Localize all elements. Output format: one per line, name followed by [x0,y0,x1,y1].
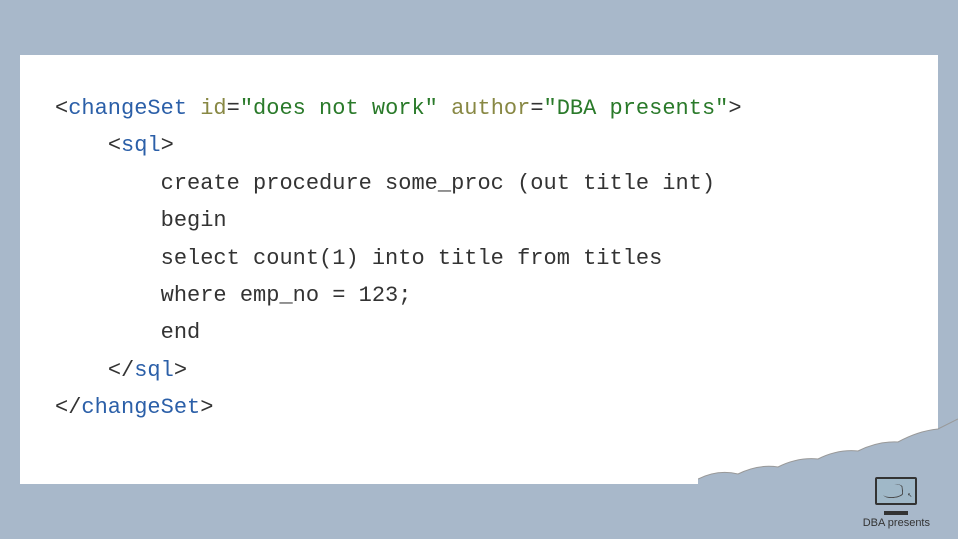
code-line-3: create procedure some_proc (out title in… [55,165,903,202]
bracket: < [108,133,121,158]
tag-changeSet: changeSet [68,96,187,121]
cursor-icon: ↖ [908,490,913,500]
attr-author-value: "DBA presents" [544,96,729,121]
tag-changeSet-close: changeSet [81,395,200,420]
code-line-8: </sql> [55,352,903,389]
bracket: > [200,395,213,420]
attr-id: id [200,96,226,121]
code-line-5: select count(1) into title from titles [55,240,903,277]
logo-text: DBA presents [863,517,930,529]
monitor-icon: ↖ [875,477,917,511]
logo: ↖ DBA presents [863,477,930,529]
bracket: > [728,96,741,121]
code-line-2: <sql> [55,127,903,164]
tag-sql-close: sql [134,358,174,383]
database-glyph-icon [883,483,904,499]
sql-text: begin [161,208,227,233]
code-line-7: end [55,314,903,351]
code-line-4: begin [55,202,903,239]
code-line-6: where emp_no = 123; [55,277,903,314]
bracket: </ [55,395,81,420]
bracket: < [55,96,68,121]
eq: = [227,96,240,121]
sql-text: create procedure some_proc (out title in… [161,171,716,196]
monitor-stand [884,511,908,515]
indent [55,208,161,233]
bracket: > [174,358,187,383]
eq: = [530,96,543,121]
bracket: > [161,133,174,158]
sql-text: select count(1) into title from titles [161,246,663,271]
code-line-9: </changeSet> [55,389,903,426]
attr-author: author [451,96,530,121]
code-line-1: <changeSet id="does not work" author="DB… [55,90,903,127]
tag-sql: sql [121,133,161,158]
bracket: </ [108,358,134,383]
attr-id-value: "does not work" [240,96,438,121]
code-block: <changeSet id="does not work" author="DB… [20,55,938,484]
indent [55,358,108,383]
monitor-screen: ↖ [875,477,917,505]
indent [55,133,108,158]
indent [55,320,161,345]
indent [55,283,161,308]
sql-text: where emp_no = 123; [161,283,412,308]
indent [55,246,161,271]
indent [55,171,161,196]
sql-text: end [161,320,201,345]
